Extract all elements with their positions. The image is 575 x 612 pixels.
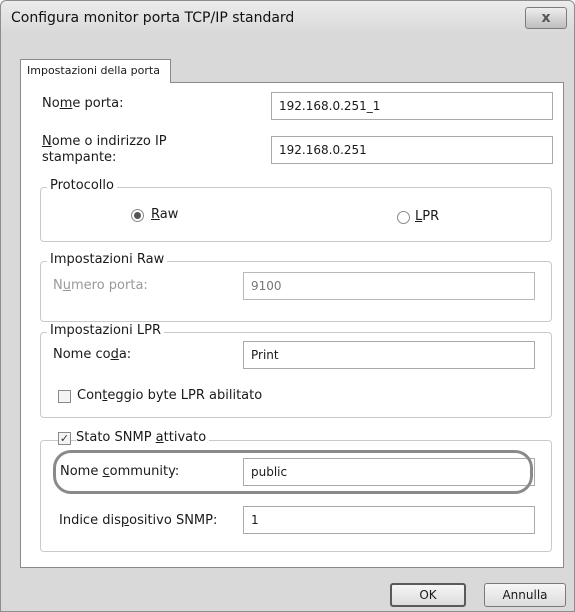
port-settings-panel: Nome porta: 192.168.0.251_1 Nome o indir…: [20, 82, 564, 568]
close-icon: x: [541, 10, 551, 26]
lpr-byte-count-label[interactable]: Conteggio byte LPR abilitato: [77, 388, 262, 403]
raw-radio[interactable]: [131, 209, 144, 222]
close-button[interactable]: x: [525, 7, 567, 29]
port-name-label: Nome porta:: [42, 96, 124, 111]
raw-radio-label[interactable]: Raw: [151, 207, 178, 222]
queue-name-input[interactable]: Print: [243, 341, 535, 369]
port-number-input[interactable]: 9100: [243, 272, 535, 300]
port-name-input[interactable]: 192.168.0.251_1: [271, 92, 553, 120]
snmp-device-index-input[interactable]: 1: [243, 506, 535, 534]
snmp-device-index-label: Indice dispositivo SNMP:: [59, 513, 218, 528]
printer-address-label: Nome o indirizzo IP stampante:: [42, 134, 167, 165]
lpr-byte-count-checkbox[interactable]: [58, 390, 71, 403]
lpr-settings-legend: Impostazioni LPR: [47, 323, 165, 338]
tab-port-settings[interactable]: Impostazioni della porta: [20, 59, 171, 83]
protocol-group: [40, 187, 552, 242]
port-number-label: Numero porta:: [53, 278, 148, 293]
window-title: Configura monitor porta TCP/IP standard: [11, 10, 295, 26]
raw-settings-legend: Impostazioni Raw: [47, 252, 168, 267]
community-highlight-outline: [53, 450, 533, 494]
protocol-legend: Protocollo: [47, 178, 117, 193]
lpr-radio[interactable]: [397, 211, 410, 224]
dialog-window: Configura monitor porta TCP/IP standard …: [0, 0, 575, 612]
snmp-enabled-label[interactable]: Stato SNMP attivato: [76, 430, 210, 445]
lpr-radio-label[interactable]: LPR: [415, 209, 439, 224]
ok-button[interactable]: OK: [390, 583, 466, 607]
title-bar: Configura monitor porta TCP/IP standard …: [1, 1, 574, 35]
printer-address-input[interactable]: 192.168.0.251: [271, 136, 553, 164]
snmp-enabled-checkbox[interactable]: ✓: [58, 432, 71, 445]
cancel-button[interactable]: Annulla: [484, 583, 566, 607]
queue-name-label: Nome coda:: [53, 347, 132, 362]
